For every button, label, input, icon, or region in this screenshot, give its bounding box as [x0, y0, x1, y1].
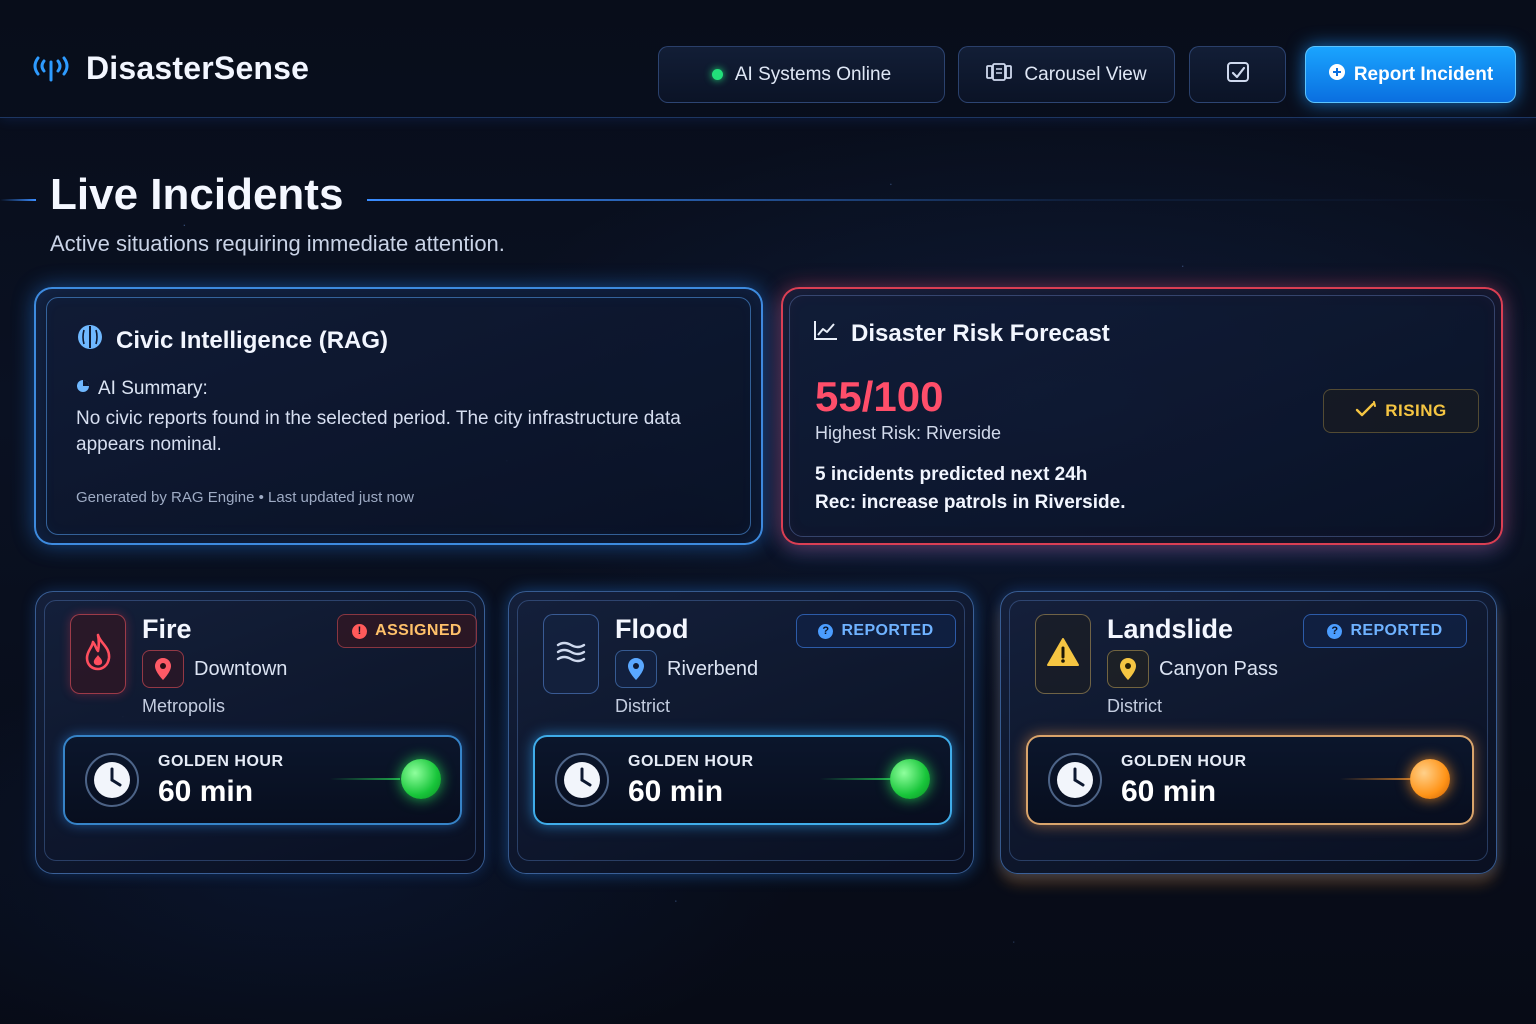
map-pin-icon — [1107, 650, 1149, 688]
map-pin-icon — [142, 650, 184, 688]
location-primary: Riverbend — [667, 657, 759, 680]
status-badge-label: REPORTED — [841, 622, 934, 639]
highest-risk-label: Highest Risk: Riverside — [815, 423, 1002, 443]
location-row: Riverbend — [615, 650, 758, 688]
incident-card-landslide[interactable]: Landslide ? REPORTED Canyon Pass Distric… — [1000, 591, 1497, 874]
risk-forecast-panel[interactable]: Disaster Risk Forecast 55/100 Highest Ri… — [781, 287, 1503, 545]
incident-title: Landslide — [1107, 614, 1234, 644]
ai-status-label: AI Systems Online — [734, 63, 892, 85]
brand-name: DisasterSense — [86, 49, 310, 86]
clock-icon — [85, 753, 139, 807]
ai-summary-text: No civic reports found in the selected p… — [76, 408, 681, 455]
trend-badge-label: RISING — [1385, 401, 1447, 420]
info-icon: ? — [1327, 623, 1343, 639]
carousel-view-button[interactable]: Carousel View — [958, 46, 1175, 103]
location-secondary: Metropolis — [142, 696, 226, 716]
incident-type-badge — [70, 614, 126, 694]
carousel-icon — [986, 62, 1013, 88]
risk-score: 55/100 — [815, 373, 944, 420]
page-subtitle: Active situations requiring immediate at… — [50, 231, 505, 256]
section-heading: Live Incidents — [0, 170, 1536, 230]
location-primary: Downtown — [194, 657, 288, 680]
clock-icon — [555, 753, 609, 807]
civic-intelligence-panel[interactable]: Civic Intelligence (RAG) AI Summary: No … — [34, 287, 763, 545]
status-badge: ! ASSIGNED — [337, 614, 477, 648]
online-dot-icon — [711, 69, 723, 80]
rag-footer: Generated by RAG Engine • Last updated j… — [76, 489, 414, 506]
flame-icon — [82, 633, 114, 676]
info-icon: ? — [818, 623, 834, 639]
trend-chart-icon — [813, 319, 839, 348]
golden-hour-panel: GOLDEN HOUR 60 min — [1026, 735, 1474, 825]
location-primary: Canyon Pass — [1159, 657, 1278, 680]
golden-hour-value: 60 min — [158, 775, 254, 808]
golden-hour-value: 60 min — [628, 775, 724, 808]
report-incident-button[interactable]: Report Incident — [1305, 46, 1516, 103]
clipboard-check-icon — [1225, 60, 1251, 90]
incident-card-fire[interactable]: Fire ! ASSIGNED Downtown Metropolis GOLD… — [35, 591, 485, 874]
top-header: DisasterSense AI Systems Online Carousel… — [0, 0, 1536, 118]
alert-icon: ! — [352, 623, 368, 639]
location-secondary: District — [615, 696, 670, 716]
clock-icon — [1048, 753, 1102, 807]
ai-summary-label: AI Summary: — [76, 378, 208, 400]
golden-hour-value: 60 min — [1121, 775, 1217, 808]
page-title: Live Incidents — [50, 170, 344, 219]
golden-hour-label: GOLDEN HOUR — [1121, 753, 1247, 770]
checklist-button[interactable] — [1189, 46, 1286, 103]
urgency-trail — [330, 778, 400, 780]
brand[interactable]: DisasterSense — [28, 48, 309, 88]
urgency-indicator-orange — [1410, 759, 1450, 799]
incident-title: Flood — [615, 614, 689, 644]
golden-hour-panel: GOLDEN HOUR 60 min — [63, 735, 462, 825]
status-badge-label: ASSIGNED — [375, 622, 462, 639]
brain-icon — [76, 323, 104, 358]
urgency-trail — [820, 778, 890, 780]
signal-icon — [28, 48, 74, 88]
prediction-text: 5 incidents predicted next 24h — [815, 464, 1088, 485]
incident-type-badge — [543, 614, 599, 694]
report-incident-label: Report Incident — [1353, 63, 1494, 85]
status-badge: ? REPORTED — [1303, 614, 1467, 648]
golden-hour-label: GOLDEN HOUR — [158, 753, 284, 770]
recommendation-text: Rec: increase patrols in Riverside. — [815, 492, 1126, 513]
location-row: Downtown — [142, 650, 287, 688]
location-secondary: District — [1107, 696, 1162, 716]
ai-status-indicator[interactable]: AI Systems Online — [658, 46, 945, 103]
urgency-indicator-green — [890, 759, 930, 799]
rising-trend-icon — [1355, 400, 1377, 422]
incident-type-badge — [1035, 614, 1091, 694]
map-pin-icon — [615, 650, 657, 688]
status-badge: ? REPORTED — [796, 614, 956, 648]
ai-summary-label-text: AI Summary: — [98, 378, 208, 399]
rag-title-text: Civic Intelligence (RAG) — [116, 326, 389, 354]
location-row: Canyon Pass — [1107, 650, 1278, 688]
urgency-indicator-green — [401, 759, 441, 799]
golden-hour-label: GOLDEN HOUR — [628, 753, 754, 770]
golden-hour-panel: GOLDEN HOUR 60 min — [533, 735, 952, 825]
incident-card-flood[interactable]: Flood ? REPORTED Riverbend District GOLD… — [508, 591, 974, 874]
plus-circle-icon — [1328, 63, 1346, 87]
rag-panel-title: Civic Intelligence (RAG) — [76, 323, 388, 358]
carousel-view-label: Carousel View — [1024, 63, 1147, 85]
incident-title: Fire — [142, 614, 192, 644]
urgency-trail — [1340, 778, 1410, 780]
title-divider-right — [367, 199, 1536, 201]
forecast-title-text: Disaster Risk Forecast — [851, 319, 1110, 347]
title-divider-left — [0, 199, 36, 201]
forecast-panel-title: Disaster Risk Forecast — [813, 319, 1110, 348]
wave-icon — [556, 640, 586, 669]
warning-icon — [1046, 637, 1080, 672]
status-badge-label: REPORTED — [1350, 622, 1443, 639]
sparkle-icon — [76, 378, 90, 400]
trend-badge: RISING — [1323, 389, 1479, 433]
